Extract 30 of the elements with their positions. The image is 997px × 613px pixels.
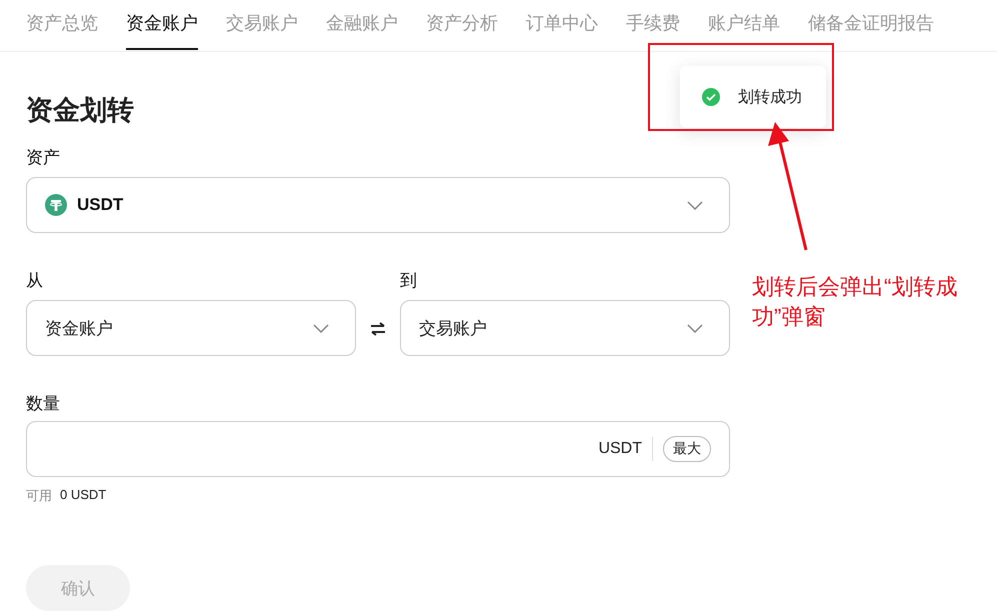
swap-icon[interactable] <box>370 322 386 336</box>
toast-message: 划转成功 <box>738 88 802 108</box>
nav-tab[interactable]: 交易账户 <box>226 0 298 50</box>
account-select[interactable]: 资金账户 <box>26 300 356 356</box>
unit-label: USDT <box>598 437 653 461</box>
nav-tab[interactable]: 账户结单 <box>708 0 780 50</box>
nav-tab[interactable]: 资金账户 <box>126 0 198 50</box>
max-button[interactable]: 最大 <box>663 436 711 462</box>
field-label: 到 <box>400 270 417 292</box>
field-label: 资产 <box>26 147 60 169</box>
nav-tab[interactable]: 资产总览 <box>26 0 98 50</box>
nav-tab[interactable]: 手续费 <box>626 0 680 50</box>
field-label: 从 <box>26 270 43 292</box>
nav-tab[interactable]: 资产分析 <box>426 0 498 50</box>
page-title: 资金划转 <box>26 94 134 127</box>
account-select[interactable]: 交易账户 <box>400 300 730 356</box>
chevron-down-icon <box>687 200 703 210</box>
check-circle-icon <box>702 88 720 106</box>
field-label: 数量 <box>26 393 60 415</box>
asset-select[interactable]: USDT <box>26 177 730 233</box>
available-label: 可用 <box>26 487 52 505</box>
nav-tab[interactable]: 订单中心 <box>526 0 598 50</box>
nav-tab[interactable]: 储备金证明报告 <box>808 0 934 50</box>
amount-field[interactable]: USDT 最大 <box>26 421 730 477</box>
annotation-text: 划转后会弹出“划转成功”弹窗 <box>752 273 958 331</box>
coin-icon <box>45 194 67 216</box>
nav-tab[interactable]: 金融账户 <box>326 0 398 50</box>
available-value: 0 USDT <box>60 487 106 504</box>
chevron-down-icon <box>313 324 329 332</box>
chevron-down-icon <box>687 324 703 332</box>
